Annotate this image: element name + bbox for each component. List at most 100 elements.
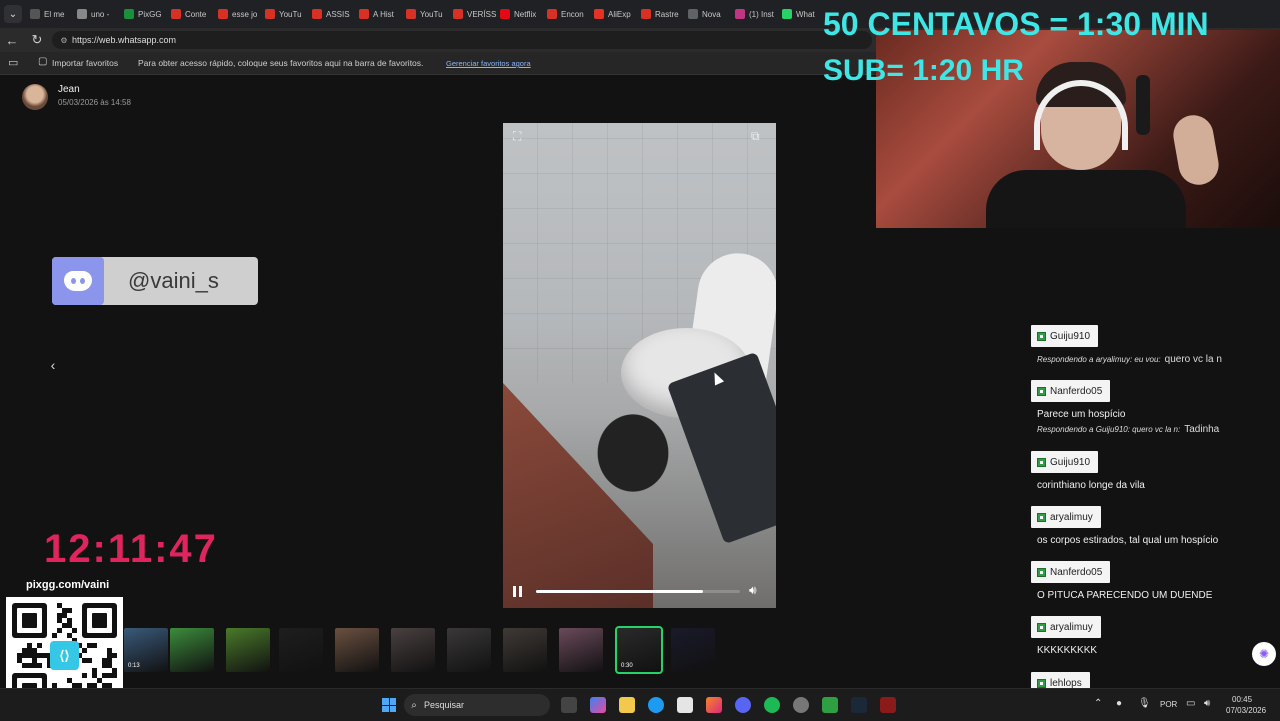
media-thumbnail[interactable] <box>503 628 547 672</box>
speaker-icon[interactable]: 🔊︎ <box>1204 698 1210 709</box>
browser-tab[interactable]: ASSIS <box>312 4 355 24</box>
clock-time[interactable]: 00:45 <box>1232 695 1252 704</box>
import-bookmarks-link[interactable]: Importar favoritos <box>52 58 118 68</box>
browser-tab[interactable]: (1) Inst <box>735 4 778 24</box>
site-info-icon[interactable]: ⚙ <box>56 36 72 45</box>
browser-tab[interactable]: Conte <box>171 4 214 24</box>
address-bar[interactable]: ⚙ https://web.whatsapp.com <box>52 31 872 49</box>
task-view-icon[interactable] <box>561 697 577 713</box>
browser-tab[interactable]: What <box>782 4 825 24</box>
volume-icon[interactable]: 🔊︎ <box>749 583 757 598</box>
chat-reply-prefix: Respondendo a Guiju910: quero vc la n: <box>1037 425 1181 434</box>
chat-username: Nanferdo05 <box>1031 561 1111 583</box>
media-thumbnail[interactable] <box>559 628 603 672</box>
browser-tab[interactable]: Netflix <box>500 4 543 24</box>
media-thumbnail[interactable] <box>671 628 715 672</box>
browser-tab[interactable]: El me <box>30 4 73 24</box>
browser-tab[interactable]: Rastre <box>641 4 684 24</box>
tab-favicon-icon <box>735 9 745 19</box>
media-thumbnail[interactable] <box>335 628 379 672</box>
manage-bookmarks-link[interactable]: Gerenciar favoritos agora <box>446 59 531 68</box>
chat-reply-text: quero vc la n <box>1164 354 1222 365</box>
chat-username: Nanferdo05 <box>1031 380 1111 402</box>
tab-search-chevron-icon[interactable]: ⌄ <box>4 5 22 23</box>
browser-tab[interactable]: PixGG <box>124 4 167 24</box>
tab-label: PixGG <box>138 9 162 19</box>
tab-label: (1) Inst <box>749 9 774 19</box>
chat-message: os corpos estirados, tal qual um hospíci… <box>1037 535 1219 546</box>
microphone-icon[interactable]: 🎙︎ <box>1138 698 1151 709</box>
previous-media-chevron-icon[interactable]: ‹ <box>44 355 62 375</box>
tab-favicon-icon <box>500 9 510 19</box>
settings-gear-icon[interactable] <box>793 697 809 713</box>
tab-label: What <box>796 9 815 19</box>
pause-icon[interactable] <box>513 584 527 598</box>
url-text: https://web.whatsapp.com <box>72 35 177 45</box>
chat-reply-text: Tadinha <box>1184 424 1220 435</box>
browser-tab[interactable]: A Hist <box>359 4 402 24</box>
sub-rate-text: SUB= 1:20 HR <box>823 54 1024 87</box>
chat-badge-icon <box>1037 512 1046 522</box>
browser-tab[interactable]: Encon <box>547 4 590 24</box>
folder-icon: ▢ <box>38 56 48 67</box>
tray-app-icon[interactable]: ● <box>1116 698 1122 709</box>
tab-favicon-icon <box>641 9 651 19</box>
taskbar-search[interactable]: ⌕ Pesquisar <box>404 694 550 716</box>
sidebar-toggle-icon[interactable]: ▭ <box>8 56 18 69</box>
discord-overlay: @vaini_s <box>52 257 258 305</box>
chat-username-text: aryalimuy <box>1050 511 1093 523</box>
clock-date[interactable]: 07/03/2026 <box>1226 706 1266 715</box>
copilot-icon[interactable] <box>590 697 606 713</box>
media-thumbnail[interactable] <box>279 628 323 672</box>
picture-in-picture-icon[interactable]: ⧉ <box>751 129 760 144</box>
edge-icon[interactable] <box>648 697 664 713</box>
instagram-icon[interactable] <box>706 697 722 713</box>
chat-username: aryalimuy <box>1031 506 1101 528</box>
browser-tab[interactable]: YouTu <box>265 4 308 24</box>
file-explorer-icon[interactable] <box>619 697 635 713</box>
browser-tab[interactable]: YouTu <box>406 4 449 24</box>
browser-tab[interactable]: AliExp <box>594 4 637 24</box>
system-tray: ⌃ ● 🎙︎ POR ▭ 🔊︎ 00:45 07/03/2026 <box>1094 695 1280 717</box>
media-thumbnail[interactable]: 0:13 <box>124 628 168 672</box>
tab-label: VERÍSS <box>467 9 496 19</box>
sent-date: 05/03/2026 às 14:58 <box>58 98 131 107</box>
game-app-icon[interactable] <box>880 697 896 713</box>
media-thumbnail[interactable] <box>447 628 491 672</box>
app-green-icon[interactable] <box>822 697 838 713</box>
tab-favicon-icon <box>782 9 792 19</box>
tab-label: Rastre <box>655 9 679 19</box>
video-player[interactable]: ⛶ ⧉ 🔊︎ <box>503 123 776 608</box>
reload-icon[interactable]: ↻ <box>28 31 46 49</box>
spotify-icon[interactable] <box>764 697 780 713</box>
tray-expand-chevron-icon[interactable]: ⌃ <box>1094 698 1102 709</box>
back-arrow-icon[interactable]: ← <box>3 31 21 49</box>
browser-tab[interactable]: VERÍSS <box>453 4 496 24</box>
tab-label: Netflix <box>514 9 537 19</box>
discord-icon[interactable] <box>735 697 751 713</box>
chat-badge-icon <box>1037 457 1046 467</box>
language-indicator[interactable]: POR <box>1160 700 1177 709</box>
tab-favicon-icon <box>124 9 134 19</box>
tab-favicon-icon <box>312 9 322 19</box>
store-icon[interactable] <box>677 697 693 713</box>
chat-username-text: Nanferdo05 <box>1050 566 1103 578</box>
windows-start-icon[interactable] <box>382 698 396 712</box>
media-thumbnail[interactable]: 0:30 <box>615 626 663 674</box>
fullscreen-icon[interactable]: ⛶ <box>513 129 521 144</box>
steam-icon[interactable] <box>851 697 867 713</box>
browser-tab[interactable]: esse jo <box>218 4 261 24</box>
discord-logo-icon <box>52 257 104 305</box>
chat-username: Guiju910 <box>1031 451 1099 473</box>
media-thumbnail[interactable] <box>226 628 270 672</box>
browser-tab[interactable]: uno - <box>77 4 120 24</box>
network-icon[interactable]: ▭ <box>1186 698 1195 709</box>
bookmarks-hint: Para obter acesso rápido, coloque seus f… <box>138 58 424 68</box>
media-thumbnail[interactable] <box>391 628 435 672</box>
tab-label: El me <box>44 9 65 19</box>
chat-username-text: Guiju910 <box>1050 456 1091 468</box>
seek-bar[interactable] <box>536 590 740 593</box>
media-thumbnail[interactable] <box>170 628 214 672</box>
browser-tab[interactable]: Nova <box>688 4 731 24</box>
chat-message: O PITUCA PARECENDO UM DUENDE <box>1037 590 1213 601</box>
